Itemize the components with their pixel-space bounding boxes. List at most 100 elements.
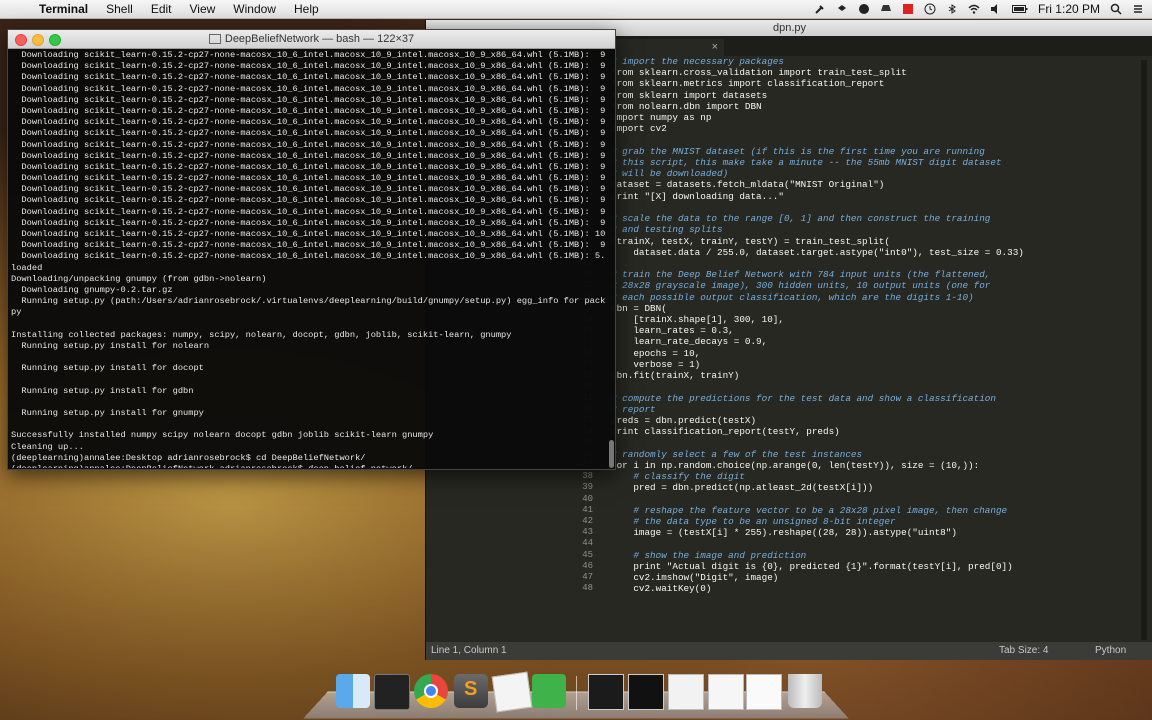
terminal-line: Successfully installed numpy scipy nolea…: [11, 430, 434, 441]
line-number: 45: [582, 549, 593, 560]
window-thumbnail-3[interactable]: [668, 674, 704, 710]
code-line: print "[X] downloading data...": [611, 190, 784, 202]
zoom-window-button[interactable]: [49, 34, 61, 46]
line-number: 44: [582, 538, 593, 549]
line-number: 40: [582, 493, 593, 504]
code-line: # show the image and prediction: [611, 549, 807, 561]
syntax-selector[interactable]: Python: [1095, 642, 1126, 660]
code-line: image = (testX[i] * 255).reshape((28, 28…: [611, 527, 957, 539]
code-line: cv2.imshow("Digit", image): [611, 572, 779, 584]
code-line: # will be downloaded): [611, 168, 729, 180]
minimize-window-button[interactable]: [32, 34, 44, 46]
preview-icon[interactable]: [491, 671, 533, 713]
record-icon[interactable]: [858, 3, 870, 15]
code-line: # 28x28 grayscale image), 300 hidden uni…: [611, 280, 991, 292]
terminal-line: Running setup.py install for nolearn: [11, 340, 210, 351]
terminal-line: Downloading gnumpy-0.2.tar.gz: [11, 284, 173, 295]
code-line: from sklearn import datasets: [611, 89, 768, 101]
terminal-line: Downloading scikit_learn-0.15.2-cp27-non…: [11, 72, 606, 83]
terminal-line: loaded: [11, 262, 43, 273]
menu-view[interactable]: View: [181, 0, 225, 18]
tab-dpn-py[interactable]: ×: [616, 39, 724, 56]
line-number: 39: [582, 482, 593, 493]
code-line: from sklearn.cross_validation import tra…: [611, 67, 907, 79]
tab-close-icon[interactable]: ×: [712, 39, 718, 56]
terminal-output[interactable]: Downloading scikit_learn-0.15.2-cp27-non…: [11, 50, 606, 468]
bluetooth-icon[interactable]: [946, 3, 958, 15]
spotlight-search-icon[interactable]: [1110, 3, 1122, 15]
terminal-line: Downloading scikit_learn-0.15.2-cp27-non…: [11, 50, 606, 60]
close-window-button[interactable]: [15, 34, 27, 46]
terminal-scrollbar[interactable]: [609, 50, 614, 468]
terminal-line: Downloading/unpacking gnumpy (from gdbn-…: [11, 273, 267, 284]
tool-icon[interactable]: [814, 3, 826, 15]
code-line: from nolearn.dbn import DBN: [611, 100, 762, 112]
terminal-title: DeepBeliefNetwork — bash — 122×37: [224, 33, 415, 45]
code-line: import numpy as np: [611, 112, 712, 124]
terminal-titlebar[interactable]: DeepBeliefNetwork — bash — 122×37: [8, 30, 615, 49]
trash-icon[interactable]: [788, 674, 822, 708]
camtasia-recording-icon[interactable]: [902, 3, 914, 15]
line-number: 43: [582, 527, 593, 538]
window-thumbnail-2[interactable]: [628, 674, 664, 710]
code-line: # and testing splits: [611, 224, 723, 236]
terminal-line: Downloading scikit_learn-0.15.2-cp27-non…: [11, 128, 606, 139]
menubar: Terminal Shell Edit View Window Help Fri…: [0, 0, 1152, 19]
line-number: 41: [582, 504, 593, 515]
window-thumbnail-4[interactable]: [708, 674, 744, 710]
terminal-line: Downloading scikit_learn-0.15.2-cp27-non…: [11, 240, 606, 251]
window-thumbnail-5[interactable]: [746, 674, 782, 710]
wifi-icon[interactable]: [968, 3, 980, 15]
line-number: 48: [582, 583, 593, 594]
tab-size-selector[interactable]: Tab Size: 4: [999, 642, 1048, 660]
code-line: print classification_report(testY, preds…: [611, 426, 840, 438]
chrome-icon[interactable]: [414, 674, 448, 708]
window-thumbnail-1[interactable]: [588, 674, 624, 710]
code-line: # report: [611, 403, 656, 415]
line-number: 46: [582, 560, 593, 571]
terminal-line: Running setup.py install for gdbn: [11, 385, 194, 396]
terminal-line: Cleaning up...: [11, 441, 84, 452]
code-line: learn_rates = 0.3,: [611, 325, 734, 337]
menubar-clock[interactable]: Fri 1:20 PM: [1038, 2, 1100, 16]
menu-window[interactable]: Window: [224, 0, 285, 18]
code-line: # this script, this make take a minute -…: [611, 156, 1002, 168]
google-drive-icon[interactable]: [880, 3, 892, 15]
terminal-line: Downloading scikit_learn-0.15.2-cp27-non…: [11, 229, 606, 239]
finder-icon[interactable]: [336, 674, 370, 708]
terminal-line: Downloading scikit_learn-0.15.2-cp27-non…: [11, 206, 606, 217]
menu-edit[interactable]: Edit: [142, 0, 181, 18]
battery-icon[interactable]: [1011, 3, 1028, 15]
dock: [303, 670, 849, 720]
notification-center-icon[interactable]: [1132, 3, 1144, 15]
editor-scrollbar[interactable]: [1141, 60, 1147, 640]
code-line: dbn = DBN(: [611, 302, 667, 314]
terminal-icon[interactable]: [374, 674, 410, 710]
dropbox-icon[interactable]: [836, 3, 848, 15]
code-line: # scale the data to the range [0, 1] and…: [611, 213, 991, 225]
menu-app-terminal[interactable]: Terminal: [30, 0, 97, 18]
terminal-window: DeepBeliefNetwork — bash — 122×37 Downlo…: [7, 29, 616, 470]
code-area[interactable]: # import the necessary packages from skle…: [611, 56, 1136, 642]
sublime-text-icon[interactable]: [454, 674, 488, 708]
menubar-status-area: Fri 1:20 PM: [814, 0, 1144, 18]
line-number: 47: [582, 572, 593, 583]
code-line: from sklearn.metrics import classificati…: [611, 78, 885, 90]
code-line: dataset = datasets.fetch_mldata("MNIST O…: [611, 179, 885, 191]
code-line: # reshape the feature vector to be a 28x…: [611, 504, 1008, 516]
volume-icon[interactable]: [990, 3, 1002, 15]
terminal-line: Running setup.py install for docopt: [11, 363, 204, 374]
menu-shell[interactable]: Shell: [97, 0, 142, 18]
code-line: [trainX.shape[1], 300, 10],: [611, 314, 784, 326]
code-line: # train the Deep Belief Network with 784…: [611, 269, 991, 281]
scrollbar-thumb[interactable]: [609, 440, 614, 468]
camtasia-icon[interactable]: [532, 674, 566, 708]
code-line: preds = dbn.predict(testX): [611, 415, 757, 426]
menu-help[interactable]: Help: [285, 0, 328, 18]
time-machine-icon[interactable]: [924, 3, 936, 15]
